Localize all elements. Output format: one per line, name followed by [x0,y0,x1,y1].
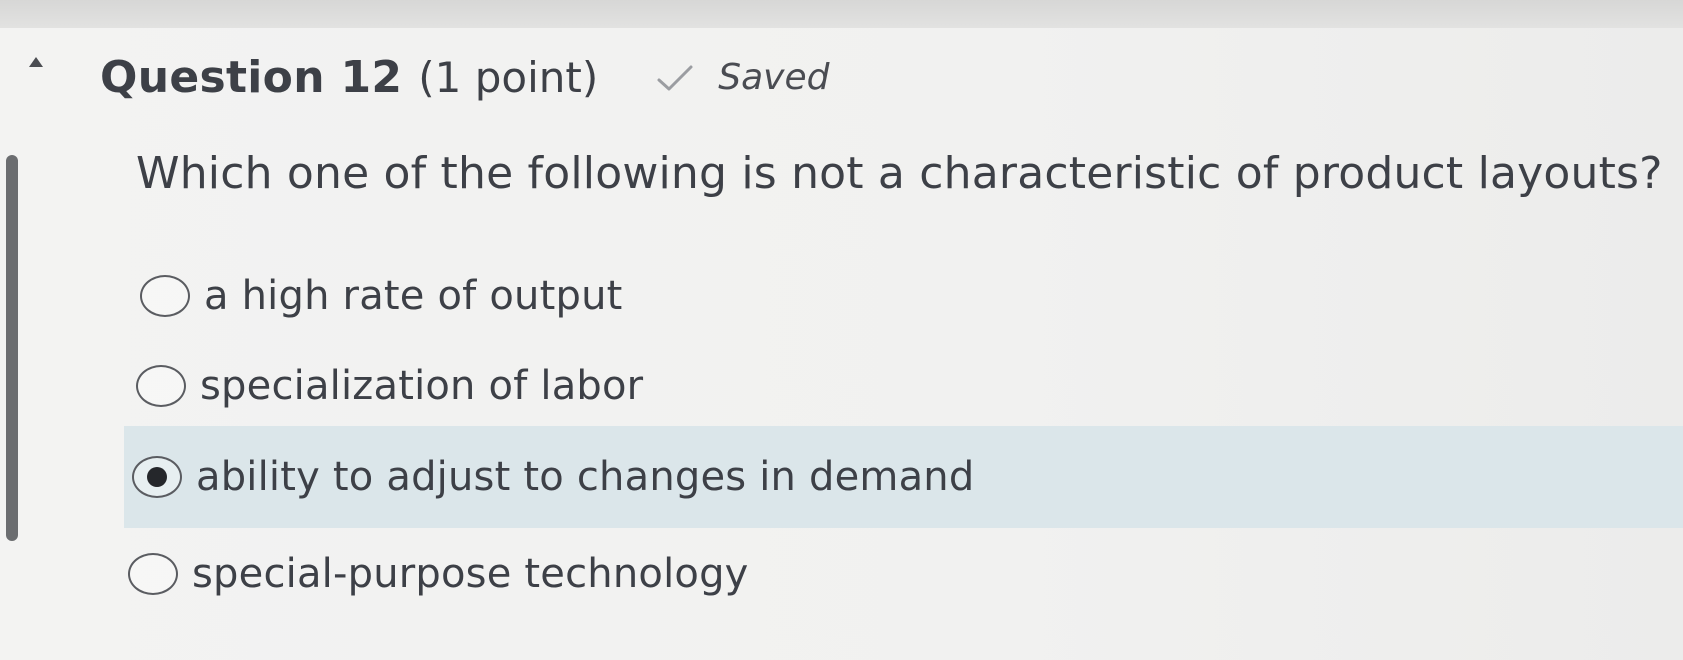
answer-option-selected[interactable]: ability to adjust to changes in demand [124,426,1683,528]
answer-option-label: a high rate of output [204,273,623,319]
answer-option-label: specialization of labor [200,363,644,409]
answer-options: a high rate of output specialization of … [0,0,1683,660]
radio-button[interactable] [128,553,178,595]
answer-option-label: ability to adjust to changes in demand [196,454,975,500]
radio-button[interactable] [140,275,190,317]
answer-option[interactable]: a high rate of output [140,272,623,320]
answer-option[interactable]: specialization of labor [136,362,643,410]
radio-selected-dot [147,467,167,487]
answer-option[interactable]: special-purpose technology [128,550,749,598]
radio-button[interactable] [132,456,182,498]
answer-option-label: special-purpose technology [192,551,749,597]
radio-button[interactable] [136,365,186,407]
